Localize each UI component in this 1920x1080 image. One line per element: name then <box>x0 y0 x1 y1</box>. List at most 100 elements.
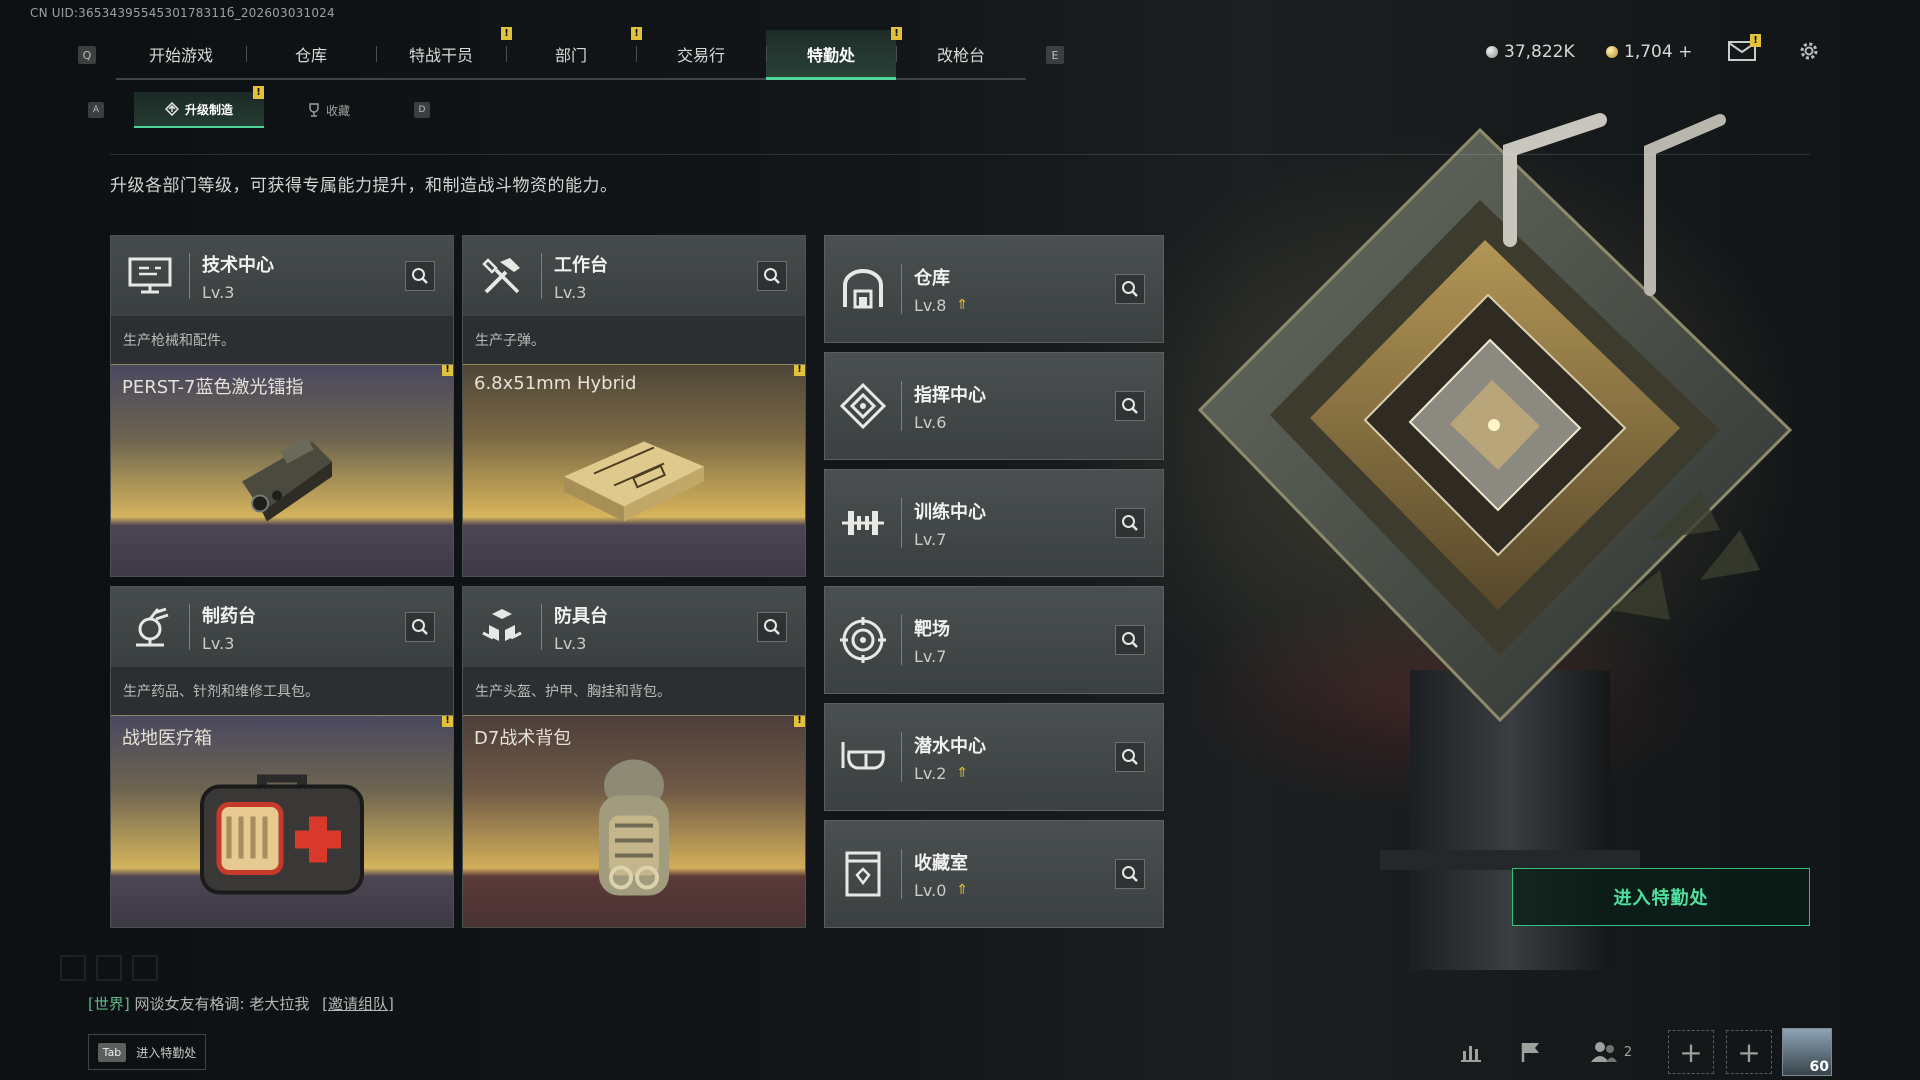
search-button[interactable] <box>1115 391 1145 421</box>
dept-name: 训练中心 <box>914 501 986 523</box>
craft-item-slot[interactable]: ! 战地医疗箱 <box>111 715 453 927</box>
medkit-image <box>200 774 364 894</box>
dept-level: Lv.3 <box>554 633 587 653</box>
tab-operators[interactable]: 特战干员! <box>376 27 512 78</box>
decorative-frames <box>60 955 158 981</box>
search-icon <box>1122 749 1138 765</box>
stats-button[interactable] <box>1456 1030 1486 1074</box>
separator <box>189 253 190 299</box>
chat-message: 网谈女友有格调: 老大拉我 <box>134 995 310 1013</box>
gold-currency[interactable]: 1,704 + <box>1606 42 1692 62</box>
tab-departments[interactable]: 部门! <box>506 27 642 78</box>
dept-header-tech-center[interactable]: 技术中心 Lv.3 <box>111 236 453 316</box>
main-navigation: Q 开始游戏 仓库 特战干员! 部门! 交易行 特勤处! 改枪台 E <box>78 27 1064 80</box>
dept-card-warehouse[interactable]: 仓库 Lv.8 ⇑ <box>824 235 1164 343</box>
silver-currency[interactable]: 37,822K <box>1486 42 1575 62</box>
upgrade-arrow-icon: ⇑ <box>956 297 969 313</box>
dept-name: 技术中心 <box>202 254 274 276</box>
plus-icon: + <box>1679 1035 1703 1069</box>
silver-coin-icon <box>1486 46 1498 58</box>
notification-badge: ! <box>253 86 264 99</box>
separator <box>901 381 902 431</box>
armor-bench-icon <box>463 587 541 667</box>
sub-navigation: A 升级制造 ! 收藏 D <box>88 86 430 128</box>
flag-button[interactable] <box>1516 1030 1546 1074</box>
world-chat-line: [世界] 网谈女友有格调: 老大拉我 [邀请组队] <box>88 993 394 1014</box>
search-icon <box>1122 866 1138 882</box>
dept-level: Lv.2 <box>914 763 947 783</box>
search-button[interactable] <box>405 612 435 642</box>
search-icon <box>1122 632 1138 648</box>
settings-button[interactable] <box>1794 38 1824 64</box>
dept-header-armor-bench[interactable]: 防具台 Lv.3 <box>463 587 805 667</box>
tab-special-ops[interactable]: 特勤处! <box>766 27 902 80</box>
diving-center-icon <box>825 717 901 797</box>
tab-start-game[interactable]: 开始游戏 <box>116 30 246 78</box>
friends-count: 2 <box>1623 1044 1633 1060</box>
collection-room-icon <box>825 834 901 914</box>
craft-item-slot[interactable]: ! D7战术背包 <box>463 715 805 927</box>
dept-card-command-center[interactable]: 指挥中心 Lv.6 <box>824 352 1164 460</box>
search-button[interactable] <box>1115 274 1145 304</box>
upgrade-arrow-icon: ⇑ <box>956 882 969 898</box>
dept-header-pharmacy[interactable]: 制药台 Lv.3 <box>111 587 453 667</box>
notification-badge: ! <box>794 365 805 376</box>
gold-coin-icon <box>1606 46 1618 58</box>
dept-level: Lv.6 <box>914 412 947 432</box>
subnav-prev-key-hint[interactable]: A <box>88 102 104 118</box>
nav-next-key-hint[interactable]: E <box>1046 46 1064 64</box>
search-button[interactable] <box>1115 742 1145 772</box>
dept-subtitle: 生产头盔、护甲、胸挂和背包。 <box>463 667 805 715</box>
search-button[interactable] <box>1115 508 1145 538</box>
dept-header-workbench[interactable]: 工作台 Lv.3 <box>463 236 805 316</box>
mail-button[interactable]: ! <box>1727 34 1761 64</box>
friends-button[interactable]: 2 <box>1588 1030 1634 1074</box>
dept-card-diving-center[interactable]: 潜水中心 Lv.2 ⇑ <box>824 703 1164 811</box>
invite-team-link[interactable]: [邀请组队] <box>322 995 394 1013</box>
team-slot-2[interactable]: + <box>1726 1030 1772 1074</box>
player-avatar[interactable]: 60 <box>1782 1028 1832 1076</box>
subnav-next-key-hint[interactable]: D <box>414 102 430 118</box>
team-slot-1[interactable]: + <box>1668 1030 1714 1074</box>
warehouse-icon <box>825 249 901 329</box>
search-button[interactable] <box>1115 859 1145 889</box>
dept-card-tech-center: 技术中心 Lv.3 生产枪械和配件。 ! PERST-7蓝色激光镭指 <box>110 235 454 577</box>
separator <box>901 849 902 899</box>
craft-item-slot[interactable]: ! PERST-7蓝色激光镭指 <box>111 364 453 576</box>
dept-card-collection-room[interactable]: 收藏室 Lv.0 ⇑ <box>824 820 1164 928</box>
dept-level: Lv.8 <box>914 295 947 315</box>
notification-badge: ! <box>1750 34 1761 47</box>
dept-level: Lv.7 <box>914 646 947 666</box>
main-tab-bar: 开始游戏 仓库 特战干员! 部门! 交易行 特勤处! 改枪台 <box>116 27 1026 80</box>
subtab-upgrade-craft[interactable]: 升级制造 ! <box>134 86 264 128</box>
tab-warehouse[interactable]: 仓库 <box>246 30 376 78</box>
special-ops-machine-illustration <box>1197 113 1793 970</box>
dept-name: 指挥中心 <box>914 384 986 406</box>
search-button[interactable] <box>757 261 787 291</box>
craft-item-slot[interactable]: ! 6.8x51mm Hybrid <box>463 364 805 576</box>
craft-item-name: 战地医疗箱 <box>122 728 212 749</box>
separator <box>901 498 902 548</box>
search-button[interactable] <box>405 261 435 291</box>
nav-prev-key-hint[interactable]: Q <box>78 46 96 64</box>
enter-special-ops-shortcut[interactable]: Tab 进入特勤处 <box>88 1034 206 1070</box>
flag-icon <box>1521 1043 1539 1062</box>
tab-gunsmith[interactable]: 改枪台 <box>896 30 1026 78</box>
search-icon <box>412 268 428 284</box>
header-divider <box>110 154 1810 155</box>
enter-special-ops-button[interactable]: 进入特勤处 <box>1512 868 1810 926</box>
subtab-collection[interactable]: 收藏 <box>264 92 394 128</box>
dept-card-shooting-range[interactable]: 靶场 Lv.7 <box>824 586 1164 694</box>
tab-trading[interactable]: 交易行 <box>636 30 766 78</box>
search-button[interactable] <box>757 612 787 642</box>
player-level: 60 <box>1809 1059 1829 1075</box>
dept-level: Lv.3 <box>554 282 587 302</box>
dept-subtitle: 生产子弹。 <box>463 316 805 364</box>
search-button[interactable] <box>1115 625 1145 655</box>
tab-key-hint: Tab <box>97 1042 127 1062</box>
pharmacy-icon <box>111 587 189 667</box>
notification-badge: ! <box>442 716 453 727</box>
search-icon <box>1122 398 1138 414</box>
search-icon <box>1122 281 1138 297</box>
dept-card-training-center[interactable]: 训练中心 Lv.7 <box>824 469 1164 577</box>
